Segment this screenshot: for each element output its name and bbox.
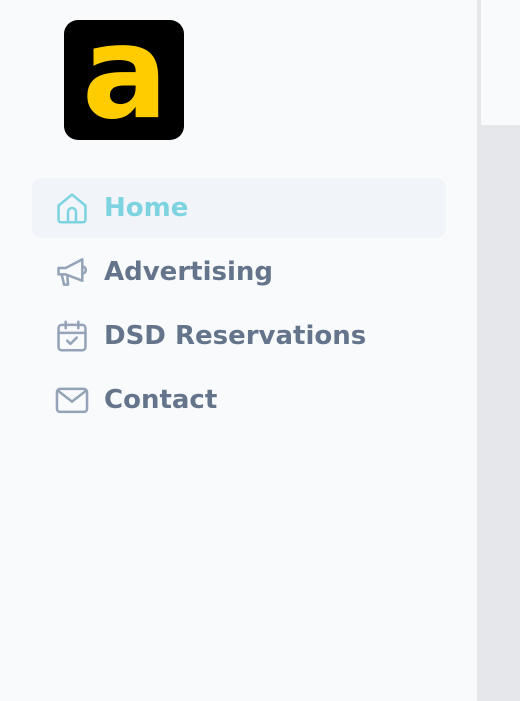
- logo-letter: a: [81, 20, 168, 140]
- sidebar-item-dsd-reservations[interactable]: DSD Reservations: [32, 306, 446, 366]
- sidebar-item-label: DSD Reservations: [104, 321, 367, 351]
- sidebar-item-contact[interactable]: Contact: [32, 370, 446, 430]
- sidebar-item-label: Home: [104, 193, 189, 223]
- sidebar-item-home[interactable]: Home: [32, 178, 446, 238]
- megaphone-icon: [52, 252, 92, 292]
- brand-logo[interactable]: a: [64, 20, 184, 140]
- app-shell: a Home Advertising DSD Reservations Cont…: [0, 0, 520, 701]
- calendar-check-icon: [52, 316, 92, 356]
- sidebar: a Home Advertising DSD Reservations Cont…: [0, 0, 478, 701]
- top-bar: [480, 0, 520, 126]
- mail-icon: [52, 380, 92, 420]
- sidebar-item-label: Advertising: [104, 257, 273, 287]
- sidebar-item-advertising[interactable]: Advertising: [32, 242, 446, 302]
- home-icon: [52, 188, 92, 228]
- sidebar-nav: Home Advertising DSD Reservations Contac…: [32, 178, 446, 434]
- sidebar-item-label: Contact: [104, 385, 218, 415]
